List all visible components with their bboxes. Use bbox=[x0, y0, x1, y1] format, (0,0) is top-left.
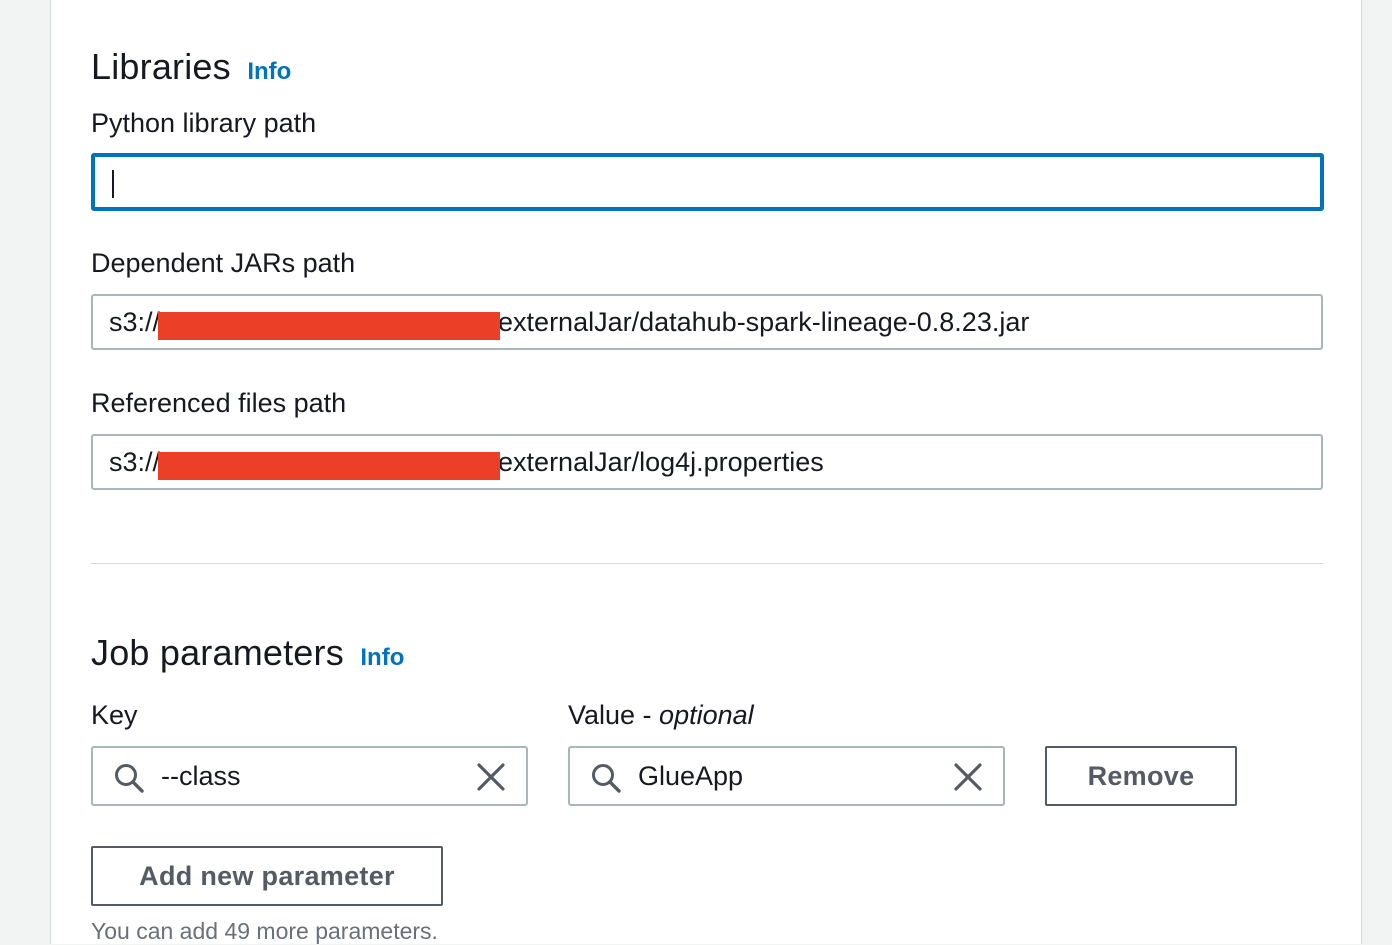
job-parameters-info-link[interactable]: Info bbox=[360, 644, 404, 671]
referenced-files-path-suffix: externalJar/log4j.properties bbox=[498, 447, 824, 477]
parameters-remaining-hint: You can add 49 more parameters. bbox=[91, 918, 438, 944]
job-parameters-title: Job parameters bbox=[91, 632, 344, 673]
add-new-parameter-button[interactable]: Add new parameter bbox=[91, 846, 443, 906]
job-parameters-header: Job parameters Info bbox=[91, 632, 404, 674]
key-column-label: Key bbox=[91, 700, 138, 730]
dependent-jars-path-suffix: externalJar/datahub-spark-lineage-0.8.23… bbox=[498, 307, 1030, 337]
redaction-mark bbox=[158, 311, 501, 340]
dependent-jars-path-label: Dependent JARs path bbox=[91, 248, 356, 278]
parameter-key-input[interactable]: --class bbox=[91, 746, 528, 806]
libraries-header: Libraries Info bbox=[91, 46, 291, 88]
python-library-path-label: Python library path bbox=[91, 108, 317, 138]
dependent-jars-path-input[interactable]: s3:// externalJar/datahub-spark-lineage-0… bbox=[91, 294, 1323, 350]
parameter-key-value: --class bbox=[161, 761, 241, 791]
libraries-title: Libraries bbox=[91, 46, 231, 87]
parameter-value-value: GlueApp bbox=[638, 761, 744, 791]
referenced-files-path-input[interactable]: s3:// externalJar/log4j.properties bbox=[91, 434, 1323, 490]
redaction-mark bbox=[158, 451, 501, 480]
close-icon[interactable] bbox=[476, 762, 506, 792]
referenced-files-path-prefix: s3:// bbox=[109, 447, 161, 477]
value-label-text: Value - bbox=[568, 700, 660, 730]
python-library-path-input[interactable] bbox=[91, 153, 1324, 211]
dependent-jars-path-prefix: s3:// bbox=[109, 307, 161, 337]
remove-parameter-button[interactable]: Remove bbox=[1045, 746, 1237, 806]
referenced-files-path-label: Referenced files path bbox=[91, 388, 347, 418]
close-icon[interactable] bbox=[953, 762, 983, 792]
value-column-label: Value - optional bbox=[568, 700, 754, 731]
section-divider bbox=[91, 563, 1323, 564]
text-caret bbox=[112, 170, 114, 198]
search-icon bbox=[115, 764, 144, 793]
libraries-info-link[interactable]: Info bbox=[247, 58, 291, 85]
parameter-value-input[interactable]: GlueApp bbox=[568, 746, 1005, 806]
search-icon bbox=[592, 764, 621, 793]
value-label-optional: optional bbox=[659, 700, 754, 730]
job-details-panel: Libraries Info Python library path Depen… bbox=[50, 0, 1362, 944]
